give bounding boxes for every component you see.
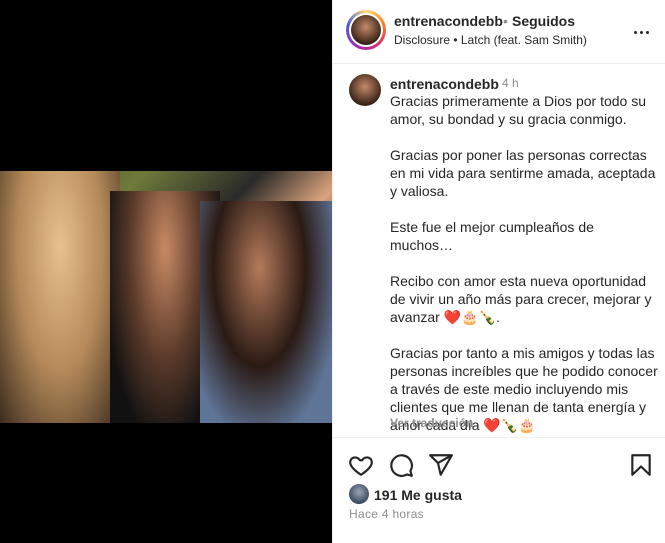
follow-status-button[interactable]: Seguidos — [512, 13, 575, 29]
see-translation-link[interactable]: Ver traducción — [390, 416, 473, 430]
caption-paragraph: Recibo con amor esta nueva oportunidad d… — [390, 273, 652, 325]
liker-avatar — [349, 484, 369, 504]
caption-paragraph: Gracias primeramente a Dios por todo su … — [390, 93, 646, 127]
header-separator: • — [503, 13, 508, 29]
post-side-panel: entrenacondebb • Seguidos Disclosure • L… — [332, 0, 665, 543]
post-header: entrenacondebb • Seguidos Disclosure • L… — [333, 0, 665, 64]
more-options-icon[interactable] — [629, 20, 653, 44]
post-age: Hace 4 horas — [349, 507, 424, 521]
comment-icon[interactable] — [388, 452, 414, 478]
post-media — [0, 0, 332, 543]
caption-paragraph: Este fue el mejor cumpleaños de muchos… — [390, 219, 594, 253]
caption-text: Gracias primeramente a Dios por todo su … — [390, 92, 658, 434]
caption-timestamp[interactable]: 4 h — [502, 76, 519, 90]
caption-section: entrenacondebb 4 h Gracias primeramente … — [333, 64, 665, 436]
author-username[interactable]: entrenacondebb — [394, 13, 503, 29]
action-bar — [333, 437, 665, 492]
post-photo[interactable] — [0, 171, 332, 423]
author-avatar[interactable] — [346, 10, 386, 50]
share-icon[interactable] — [428, 452, 454, 478]
post-modal: entrenacondebb • Seguidos Disclosure • L… — [0, 0, 665, 543]
bookmark-icon[interactable] — [628, 452, 654, 478]
caption-avatar[interactable] — [349, 74, 381, 106]
likes-count[interactable]: 191 Me gusta — [374, 487, 462, 503]
heart-icon[interactable] — [348, 452, 374, 478]
caption-paragraph: Gracias por poner las personas correctas… — [390, 147, 656, 199]
audio-track-link[interactable]: Disclosure • Latch (feat. Sam Smith) — [394, 33, 587, 47]
caption-username[interactable]: entrenacondebb — [390, 76, 499, 92]
